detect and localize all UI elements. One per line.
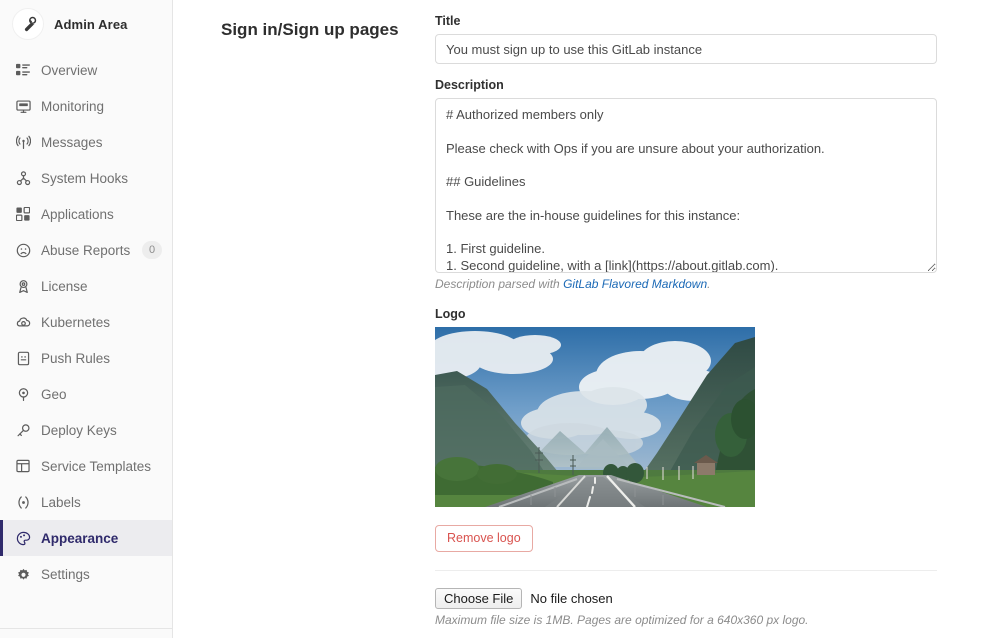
- sidebar-item-label: Kubernetes: [41, 314, 111, 330]
- sidebar-item-messages[interactable]: Messages: [0, 124, 172, 160]
- template-icon: [15, 458, 31, 474]
- overview-icon: [15, 62, 31, 78]
- sidebar-item-label: Applications: [41, 206, 114, 222]
- description-label: Description: [435, 78, 504, 92]
- sidebar-item-label: Labels: [41, 494, 81, 510]
- gear-icon: [15, 566, 31, 582]
- sidebar-item-label: License: [41, 278, 88, 294]
- status-badge: 0: [142, 241, 162, 259]
- remove-logo-button[interactable]: Remove logo: [435, 524, 533, 552]
- sidebar-item-license[interactable]: License: [0, 268, 172, 304]
- main-content: Sign in/Sign up pages Title Description …: [173, 0, 1000, 638]
- license-icon: [15, 278, 31, 294]
- description-help-prefix: Description parsed with: [435, 277, 564, 291]
- sidebar-item-push-rules[interactable]: Push Rules: [0, 340, 172, 376]
- appearance-form: Title Description # Authorized members o…: [435, 14, 955, 638]
- sidebar-divider: [0, 628, 172, 629]
- hook-icon: [15, 170, 31, 186]
- choose-file-button[interactable]: Choose File: [435, 587, 523, 609]
- logo-file-input[interactable]: Choose File No file chosen: [435, 587, 935, 609]
- monitor-icon: [15, 98, 31, 114]
- sidebar-item-labels[interactable]: Labels: [0, 484, 172, 520]
- applications-icon: [15, 206, 31, 222]
- kubernetes-icon: [15, 314, 31, 330]
- sidebar-item-applications[interactable]: Applications: [0, 196, 172, 232]
- sidebar-item-settings[interactable]: Settings: [0, 556, 172, 592]
- sidebar-item-abuse-reports[interactable]: Abuse Reports 0: [0, 232, 172, 268]
- sidebar-item-label: Service Templates: [41, 458, 152, 474]
- title-field-group: Title: [435, 14, 937, 64]
- frown-icon: [15, 242, 31, 258]
- sidebar-item-label: Overview: [41, 62, 98, 78]
- description-textarea[interactable]: # Authorized members only Please check w…: [435, 98, 937, 273]
- sidebar-item-label: System Hooks: [41, 170, 129, 186]
- sidebar-item-service-templates[interactable]: Service Templates: [0, 448, 172, 484]
- admin-sidebar: Admin Area Overview Monitoring Messages …: [0, 0, 173, 638]
- sidebar-item-label: Settings: [41, 566, 90, 582]
- sidebar-item-label: Abuse Reports: [41, 242, 131, 258]
- logo-file-help: Maximum file size is 1MB. Pages are opti…: [435, 612, 809, 627]
- sidebar-item-kubernetes[interactable]: Kubernetes: [0, 304, 172, 340]
- sidebar-item-label: Appearance: [41, 530, 119, 546]
- file-name-label: No file chosen: [530, 590, 613, 606]
- sidebar-item-label: Deploy Keys: [41, 422, 117, 438]
- sidebar-header-label: Admin Area: [54, 16, 128, 32]
- palette-icon: [15, 530, 31, 546]
- logo-field-group: Logo Remove logo Choose File No file cho…: [435, 306, 937, 627]
- logo-preview-image: [435, 326, 755, 507]
- sidebar-item-appearance[interactable]: Appearance: [0, 520, 172, 556]
- push-rules-icon: [15, 350, 31, 366]
- title-input[interactable]: [435, 34, 937, 64]
- sidebar-nav: Overview Monitoring Messages System Hook…: [0, 48, 172, 592]
- sidebar-item-label: Monitoring: [41, 98, 105, 114]
- description-field-group: Description # Authorized members only Pl…: [435, 78, 937, 293]
- sidebar-item-system-hooks[interactable]: System Hooks: [0, 160, 172, 196]
- sidebar-header[interactable]: Admin Area: [0, 0, 172, 48]
- page-title: Sign in/Sign up pages: [221, 20, 399, 39]
- sidebar-item-deploy-keys[interactable]: Deploy Keys: [0, 412, 172, 448]
- sidebar-item-label: Geo: [41, 386, 67, 402]
- form-divider: [435, 569, 937, 571]
- section-title-column: Sign in/Sign up pages: [173, 14, 435, 638]
- description-help: Description parsed with GitLab Flavored …: [435, 276, 935, 293]
- sidebar-item-label: Push Rules: [41, 350, 111, 366]
- title-label: Title: [435, 14, 461, 28]
- wrench-icon: [12, 8, 44, 40]
- location-icon: [15, 386, 31, 402]
- broadcast-icon: [15, 134, 31, 150]
- labels-icon: [15, 494, 31, 510]
- admin-appearance-page: Admin Area Overview Monitoring Messages …: [0, 0, 1000, 638]
- markdown-help-link[interactable]: GitLab Flavored Markdown: [563, 277, 707, 291]
- description-help-suffix: .: [707, 277, 711, 291]
- logo-label: Logo: [435, 306, 466, 321]
- sidebar-item-label: Messages: [41, 134, 103, 150]
- sidebar-item-overview[interactable]: Overview: [0, 52, 172, 88]
- key-icon: [15, 422, 31, 438]
- sidebar-item-geo[interactable]: Geo: [0, 376, 172, 412]
- sidebar-item-monitoring[interactable]: Monitoring: [0, 88, 172, 124]
